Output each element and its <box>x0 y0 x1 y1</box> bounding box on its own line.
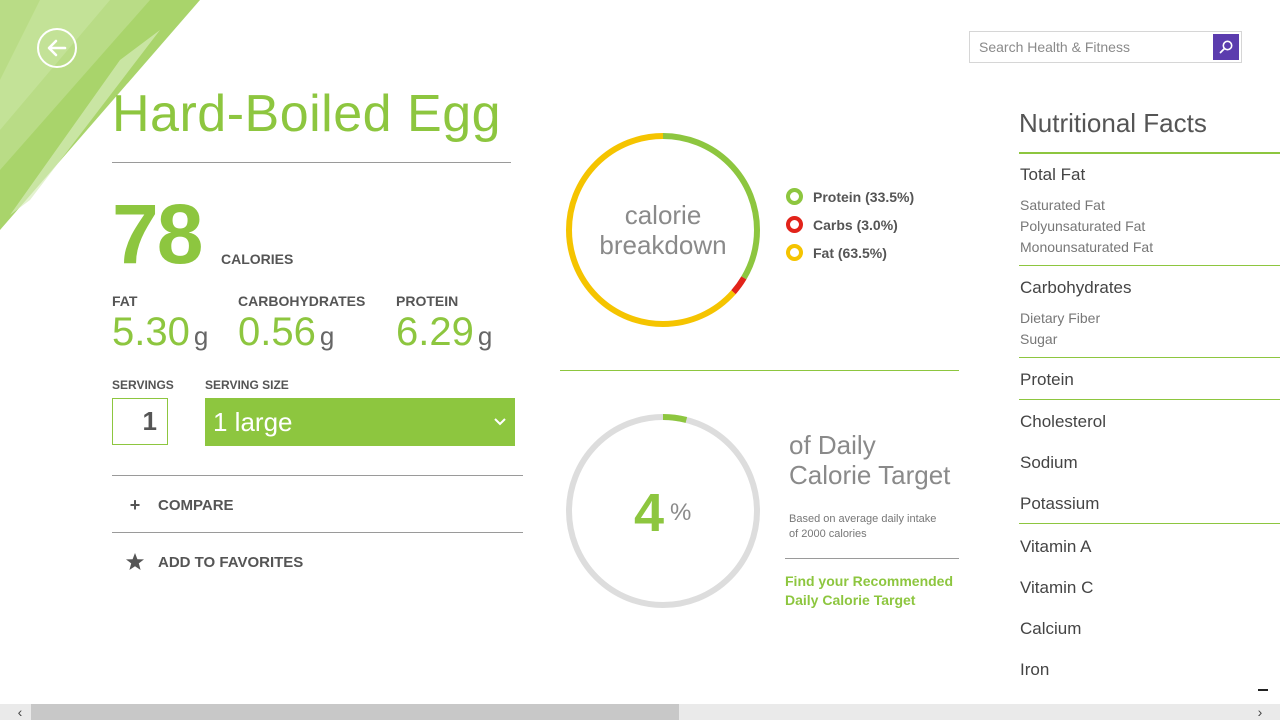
arrow-left-icon <box>47 39 67 57</box>
plus-icon: + <box>129 494 141 515</box>
nf-sugar: Sugar <box>1020 331 1058 347</box>
serving-size-select[interactable]: 1 large <box>205 398 515 446</box>
nf-monounsaturated-fat: Monounsaturated Fat <box>1020 239 1154 255</box>
servings-label: SERVINGS <box>112 378 174 392</box>
add-to-favorites-button[interactable]: ADD TO FAVORITES <box>112 537 523 587</box>
protein-value: 6.29 g <box>396 310 493 354</box>
search-icon <box>1219 40 1233 54</box>
calories-label: CALORIES <box>221 251 294 267</box>
nf-saturated-fat: Saturated Fat <box>1020 197 1105 213</box>
chevron-down-icon <box>494 418 506 426</box>
scroll-left-icon[interactable]: ‹ <box>10 704 30 720</box>
compare-label: COMPARE <box>158 496 234 514</box>
nutritional-facts-title: Nutritional Facts <box>1019 108 1207 138</box>
back-button[interactable] <box>37 28 77 68</box>
servings-input[interactable]: 1 <box>112 398 168 445</box>
fat-value: 5.30 g <box>112 310 209 354</box>
daily-divider <box>785 558 959 559</box>
carbohydrates-value: 0.56 g <box>238 310 335 354</box>
legend-fat: Fat (63.5%) <box>786 244 887 261</box>
nf-divider <box>1019 265 1280 266</box>
nf-dietary-fiber: Dietary Fiber <box>1020 310 1101 326</box>
nf-total-fat[interactable]: Total Fat <box>1020 165 1085 185</box>
nf-sodium[interactable]: Sodium <box>1020 453 1078 473</box>
nf-potassium[interactable]: Potassium <box>1020 494 1099 514</box>
calories-value: 78 <box>112 187 203 281</box>
section-divider <box>560 370 959 371</box>
nf-divider <box>1019 523 1280 524</box>
search-box <box>969 31 1242 63</box>
nf-vitamin-c[interactable]: Vitamin C <box>1020 578 1093 598</box>
nf-divider <box>1019 357 1280 358</box>
legend-fat-dot <box>786 244 803 261</box>
minus-icon <box>1258 689 1268 691</box>
compare-button[interactable]: + COMPARE <box>112 480 523 530</box>
nf-polyunsaturated-fat: Polyunsaturated Fat <box>1020 218 1146 234</box>
carbohydrates-label: CARBOHYDRATES <box>238 293 366 309</box>
semantic-zoom-button[interactable] <box>1256 683 1270 697</box>
fat-label: FAT <box>112 293 138 309</box>
breakdown-center-line1: calorie <box>624 200 702 230</box>
search-input[interactable] <box>970 32 1213 62</box>
protein-label: PROTEIN <box>396 293 459 309</box>
nf-carbohydrates[interactable]: Carbohydrates <box>1020 278 1132 298</box>
legend-carbs: Carbs (3.0%) <box>786 216 898 233</box>
scrollbar-thumb[interactable] <box>31 704 679 720</box>
daily-target-note: Based on average daily intake of 2000 ca… <box>789 513 937 540</box>
actions-divider-top <box>112 475 523 476</box>
daily-target-title: of Daily Calorie Target <box>789 430 951 490</box>
legend-fat-label: Fat (63.5%) <box>813 244 887 261</box>
nf-cholesterol[interactable]: Cholesterol <box>1020 412 1106 432</box>
serving-size-label: SERVING SIZE <box>205 378 289 392</box>
horizontal-scrollbar[interactable]: ‹ › <box>0 704 1280 720</box>
daily-percent-value: 4 <box>634 483 665 543</box>
legend-protein: Protein (33.5%) <box>786 188 914 205</box>
scroll-right-icon[interactable]: › <box>1250 704 1270 720</box>
nf-divider <box>1019 399 1280 400</box>
breakdown-center-line2: breakdown <box>599 230 727 260</box>
legend-carbs-label: Carbs (3.0%) <box>813 216 898 233</box>
nf-vitamin-a[interactable]: Vitamin A <box>1020 537 1092 557</box>
nf-iron[interactable]: Iron <box>1020 660 1049 680</box>
actions-divider-bottom <box>112 532 523 533</box>
legend-protein-dot <box>786 188 803 205</box>
nutritional-facts-rule <box>1019 152 1280 154</box>
legend-protein-label: Protein (33.5%) <box>813 188 915 205</box>
search-button[interactable] <box>1213 34 1239 60</box>
find-daily-target-link[interactable]: Find your Recommended Daily Calorie Targ… <box>785 572 965 610</box>
nf-calcium[interactable]: Calcium <box>1020 619 1081 639</box>
title-divider <box>112 162 511 163</box>
nf-protein[interactable]: Protein <box>1020 370 1074 390</box>
legend-carbs-dot <box>786 216 803 233</box>
star-add-icon <box>112 552 158 572</box>
page-title: Hard-Boiled Egg <box>112 85 502 143</box>
serving-size-value: 1 large <box>213 406 293 437</box>
daily-percent-sign: % <box>670 499 692 526</box>
calorie-breakdown-center: calorie breakdown <box>563 200 763 260</box>
add-to-favorites-label: ADD TO FAVORITES <box>158 553 304 571</box>
